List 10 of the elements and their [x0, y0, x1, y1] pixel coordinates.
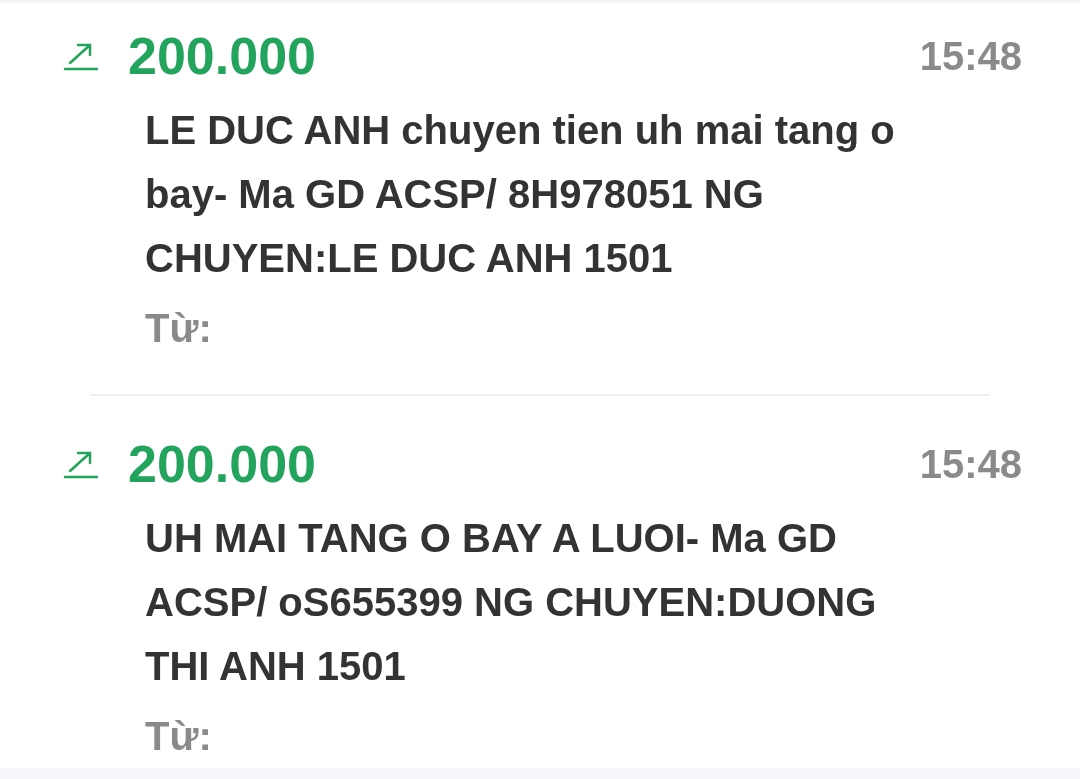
arrow-icon [62, 449, 100, 480]
transaction-description: LE DUC ANH chuyen tien uh mai tang o bay- Ma GD ACSP/ 8H978051 NG CHUYEN:LE DUC ANH 1501 [145, 107, 896, 283]
amount: 200.000 [128, 438, 316, 491]
from-label: Từ: [145, 305, 212, 353]
from-label: Từ: [145, 713, 212, 761]
arrow-icon [62, 41, 100, 72]
time: 15:48 [919, 444, 1022, 485]
time: 15:48 [919, 36, 1022, 77]
transaction-description: UH MAI TANG O BAY A LUOI- Ma GD ACSP/ oS655399 NG CHUYEN:DUONG THI ANH 1501 [145, 515, 878, 691]
amount: 200.000 [128, 30, 316, 83]
